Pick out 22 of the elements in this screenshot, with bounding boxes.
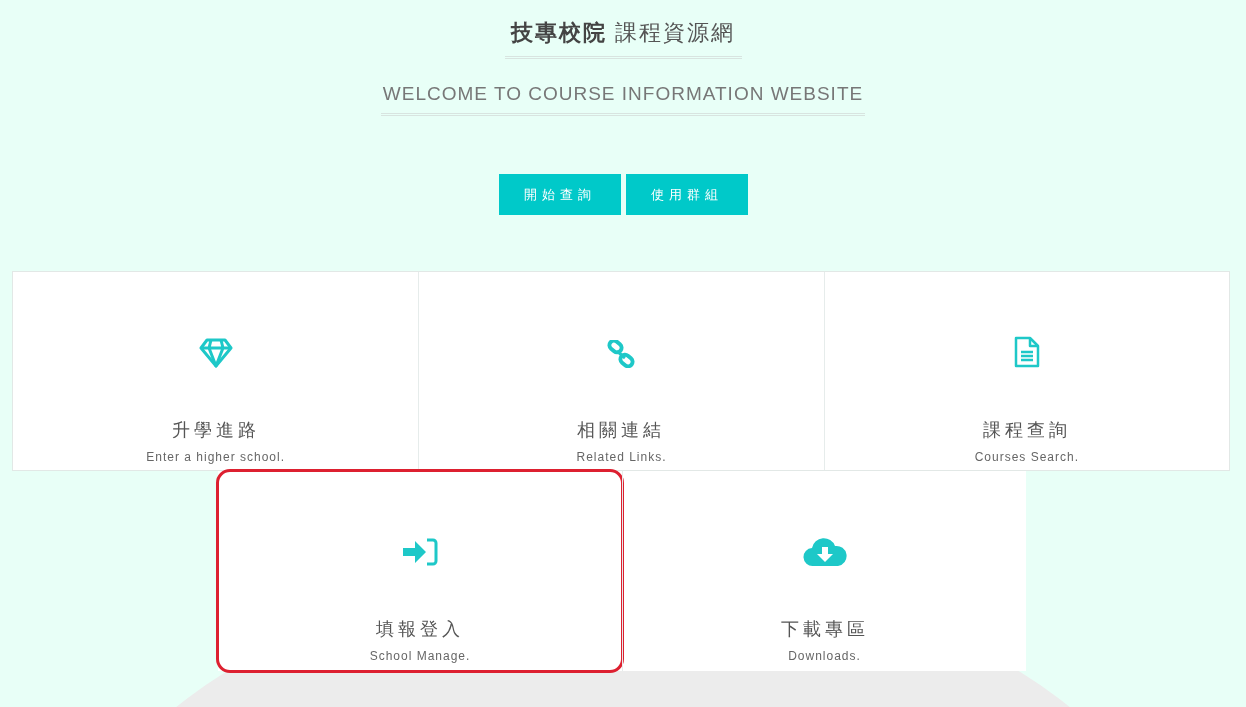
- tile-caption: Enter a higher school.: [146, 450, 286, 464]
- sign-in-icon: [401, 537, 439, 567]
- menu-tile[interactable]: 升學進路 Enter a higher school.: [13, 272, 419, 470]
- menu-tile[interactable]: 課程查詢 Courses Search.: [823, 272, 1229, 470]
- site-title: 技專校院 課程資源網: [504, 18, 742, 59]
- site-subtitle: WELCOME TO COURSE INFORMATION WEBSITE: [380, 83, 866, 116]
- tile-caption: Courses Search.: [974, 450, 1079, 464]
- tile-caption: Downloads.: [788, 649, 861, 663]
- menu-tile[interactable]: 下載專區 Downloads.: [622, 471, 1026, 671]
- tile-title: 填報登入: [376, 617, 464, 641]
- chain-link-icon: [607, 340, 636, 368]
- tile-caption: Related Links.: [576, 450, 667, 464]
- tile-title: 課程查詢: [982, 418, 1071, 442]
- menu-tile[interactable]: 相關連結 Related Links.: [418, 272, 824, 470]
- tile-caption: School Manage.: [369, 649, 471, 663]
- diamond-icon: [198, 338, 233, 368]
- document-icon: [1013, 336, 1040, 368]
- menu-tile[interactable]: 填報登入 School Manage.: [218, 471, 622, 671]
- tile-title: 相關連結: [577, 418, 666, 442]
- cloud-download-icon: [802, 537, 847, 567]
- tile-title: 升學進路: [171, 418, 260, 442]
- tile-title: 下載專區: [780, 617, 869, 641]
